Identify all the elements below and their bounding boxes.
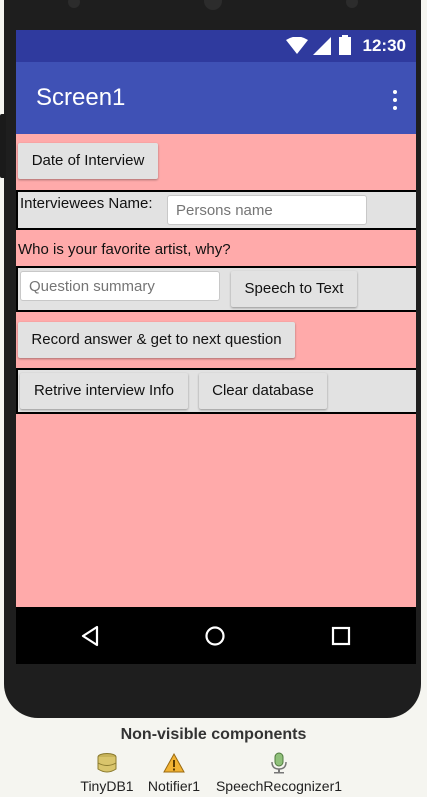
tinydb-label: TinyDB1 [80, 778, 134, 794]
speechrecognizer-component[interactable]: SpeechRecognizer1 [212, 752, 346, 794]
phone-frame: 12:30 Screen1 Date of Interview Intervie… [0, 0, 421, 718]
interviewee-label: Interviewees Name: [20, 195, 153, 212]
status-time: 12:30 [362, 36, 406, 55]
signal-icon [313, 37, 331, 55]
phone-speaker-icon [68, 0, 80, 8]
status-bar: 12:30 [16, 30, 416, 62]
database-icon [97, 753, 117, 773]
app-screen: 12:30 Screen1 Date of Interview Intervie… [16, 30, 416, 664]
clear-database-button[interactable]: Clear database [199, 373, 327, 409]
screen-content: Date of Interview Interviewees Name: Who… [16, 134, 416, 607]
battery-icon [339, 35, 351, 55]
persons-name-input[interactable] [167, 195, 367, 225]
retrieve-info-button[interactable]: Retrive interview Info [20, 373, 188, 409]
navigation-bar [16, 607, 416, 664]
back-icon[interactable] [80, 625, 100, 647]
app-title: Screen1 [36, 84, 126, 111]
question-summary-input[interactable] [20, 271, 220, 301]
wifi-icon [286, 37, 308, 54]
date-of-interview-button[interactable]: Date of Interview [18, 143, 158, 179]
notifier-label: Notifier1 [147, 778, 201, 794]
notifier-component[interactable]: Notifier1 [143, 752, 205, 794]
nonvisible-heading: Non-visible components [120, 726, 307, 743]
phone-sensor-icon [346, 0, 358, 8]
question-label: Who is your favorite artist, why? [18, 241, 231, 258]
phone-side-button [0, 114, 6, 178]
speechrecognizer-label: SpeechRecognizer1 [215, 778, 343, 794]
warning-icon [163, 752, 185, 773]
recents-icon[interactable] [330, 625, 352, 647]
tinydb-component[interactable]: TinyDB1 [76, 752, 138, 794]
question-row: Speech to Text [16, 266, 416, 312]
database-row: Retrive interview Info Clear database [16, 368, 416, 414]
overflow-menu-icon[interactable] [392, 90, 398, 110]
home-icon[interactable] [204, 625, 226, 647]
speech-to-text-button[interactable]: Speech to Text [231, 271, 357, 307]
record-answer-button[interactable]: Record answer & get to next question [18, 322, 295, 358]
microphone-icon [271, 752, 287, 774]
phone-camera-icon [204, 0, 222, 10]
interviewee-row: Interviewees Name: [16, 190, 416, 230]
app-bar: Screen1 [16, 62, 416, 134]
